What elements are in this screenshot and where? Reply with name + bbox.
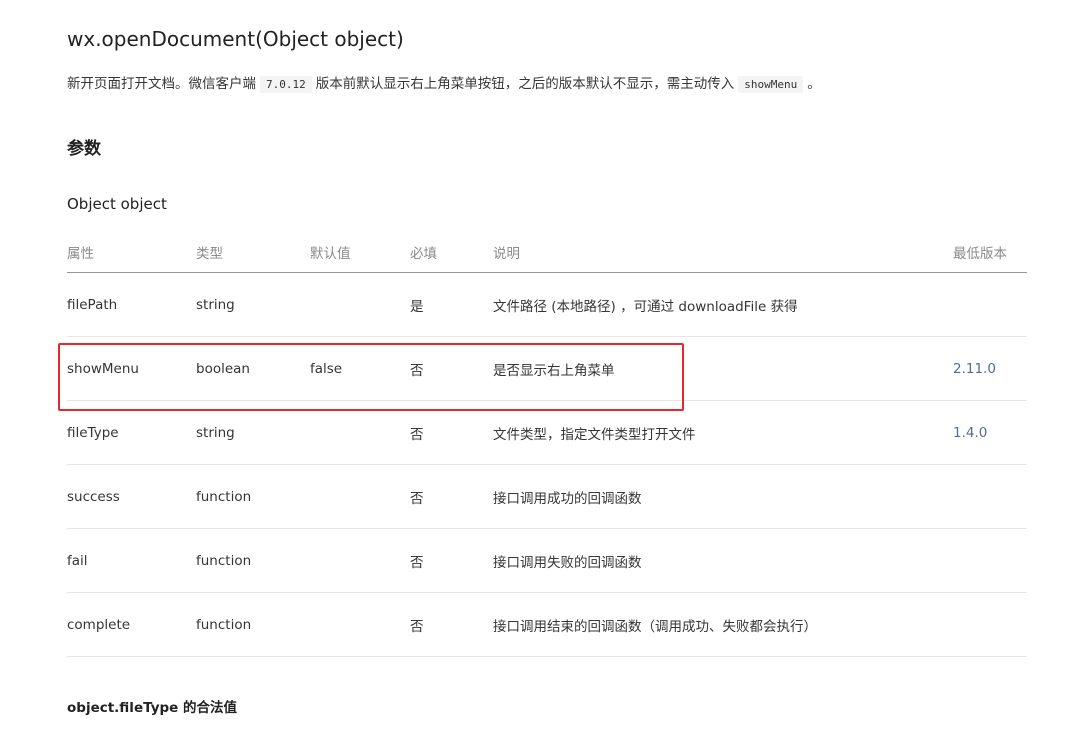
param-desc: 接口调用结束的回调函数（调用成功、失败都会执行） (493, 618, 817, 635)
description-text-before: 新开页面打开文档。微信客户端 (67, 76, 256, 92)
filetype-legal-values-heading: object.fileType 的合法值 (67, 700, 238, 716)
params-heading: 参数 (67, 139, 101, 159)
table-header-row: 属性 类型 默认值 必填 说明 最低版本 (67, 231, 1027, 273)
param-desc: 接口调用失败的回调函数 (493, 554, 642, 571)
header-desc: 说明 (493, 245, 520, 262)
param-type: string (196, 424, 235, 441)
param-required: 否 (410, 490, 424, 507)
header-required: 必填 (410, 245, 437, 262)
param-type: function (196, 552, 252, 569)
table-row: fail function 否 接口调用失败的回调函数 (67, 529, 1027, 593)
param-type: function (196, 488, 252, 505)
param-desc: 接口调用成功的回调函数 (493, 490, 642, 507)
params-table: 属性 类型 默认值 必填 说明 最低版本 filePath string 是 文… (67, 231, 1027, 657)
param-desc: 是否显示右上角菜单 (493, 362, 615, 379)
header-version: 最低版本 (953, 245, 1007, 262)
param-name: filePath (67, 296, 118, 313)
param-required: 是 (410, 298, 424, 315)
param-desc: 文件类型，指定文件类型打开文件 (493, 426, 696, 443)
param-type: boolean (196, 360, 250, 377)
param-version: 2.11.0 (953, 360, 996, 377)
param-required: 否 (410, 362, 424, 379)
table-row: complete function 否 接口调用结束的回调函数（调用成功、失败都… (67, 593, 1027, 657)
description-text-after: 。 (807, 76, 821, 92)
param-name: showMenu (67, 360, 139, 377)
param-name: complete (67, 616, 131, 633)
param-required: 否 (410, 426, 424, 443)
param-name: fileType (67, 424, 119, 441)
param-code: showMenu (738, 76, 804, 93)
param-desc: 文件路径 (本地路径) ，可通过 downloadFile 获得 (493, 298, 798, 315)
table-row: showMenu boolean false 否 是否显示右上角菜单 2.11.… (67, 337, 1027, 401)
param-name: fail (67, 552, 88, 569)
param-version: 1.4.0 (953, 424, 988, 441)
header-default: 默认值 (310, 245, 351, 262)
table-row: filePath string 是 文件路径 (本地路径) ，可通过 downl… (67, 273, 1027, 337)
table-row: success function 否 接口调用成功的回调函数 (67, 465, 1027, 529)
table-row: fileType string 否 文件类型，指定文件类型打开文件 1.4.0 (67, 401, 1027, 465)
param-required: 否 (410, 618, 424, 635)
version-code: 7.0.12 (260, 76, 312, 93)
param-default: false (310, 360, 343, 377)
description-text-middle: 版本前默认显示右上角菜单按钮，之后的版本默认不显示，需主动传入 (315, 76, 735, 92)
param-type: function (196, 616, 252, 633)
param-required: 否 (410, 554, 424, 571)
header-type: 类型 (196, 245, 223, 262)
api-title: wx.openDocument(Object object) (67, 27, 404, 51)
api-description: 新开页面打开文档。微信客户端 7.0.12 版本前默认显示右上角菜单按钮，之后的版本… (67, 73, 821, 96)
header-name: 属性 (67, 245, 94, 262)
object-heading: Object object (67, 195, 167, 213)
param-type: string (196, 296, 235, 313)
param-name: success (67, 488, 120, 505)
